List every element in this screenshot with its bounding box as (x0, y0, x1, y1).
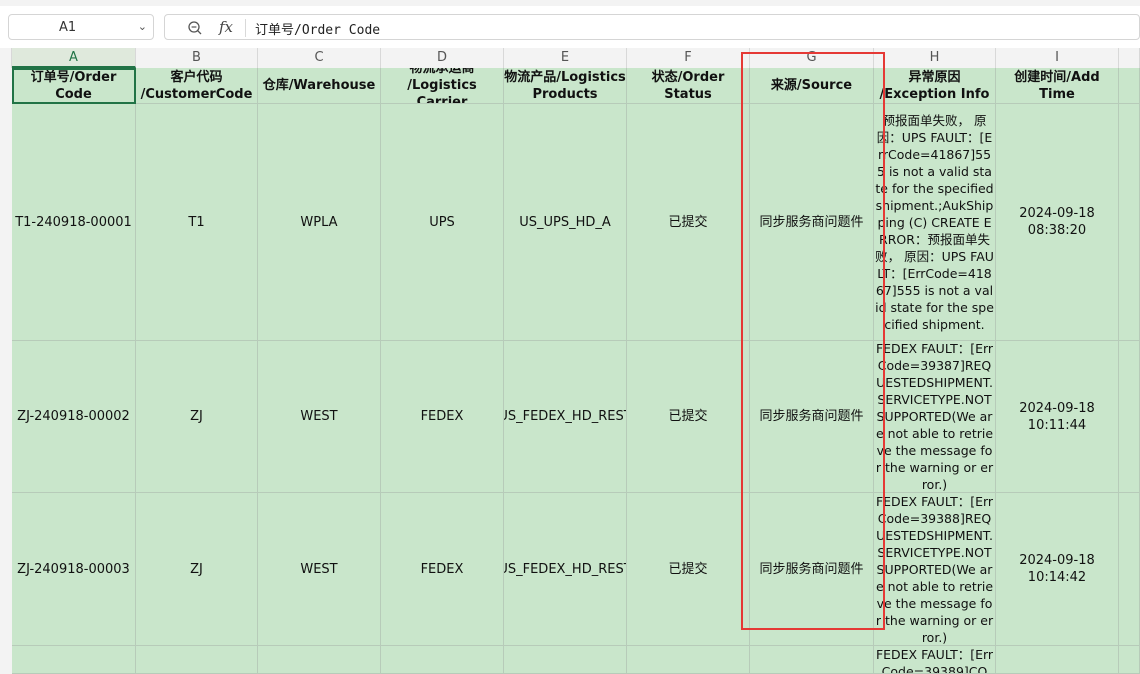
cell-source[interactable]: 同步服务商问题件 (750, 341, 874, 493)
header-cell-carrier[interactable]: 物流承运商 /Logistics Carrier (381, 68, 504, 104)
empty-cell[interactable] (1119, 104, 1140, 341)
column-header-a[interactable]: A (12, 48, 136, 68)
column-headers: ABCDEFGHI (0, 48, 1140, 69)
formula-separator (245, 19, 246, 37)
column-header-corner[interactable] (0, 48, 12, 68)
cell-product[interactable] (504, 646, 627, 674)
cell-add-time[interactable]: 2024-09-18 08:38:20 (996, 104, 1119, 341)
cell-exception[interactable]: FEDEX FAULT：[ErrCode=39387]REQUESTEDSHIP… (874, 341, 996, 493)
cell-order-code[interactable]: T1-240918-00001 (12, 104, 136, 341)
column-header-d[interactable]: D (381, 48, 504, 68)
cell-warehouse[interactable]: WPLA (258, 104, 381, 341)
zoom-icon[interactable] (187, 20, 203, 36)
cell-status[interactable] (627, 646, 750, 674)
cell-status[interactable]: 已提交 (627, 493, 750, 646)
cell-customer-code[interactable]: ZJ (136, 341, 258, 493)
header-cell-product[interactable]: 物流产品/Logistics Products (504, 68, 627, 104)
cell-product[interactable]: US_UPS_HD_A (504, 104, 627, 341)
column-header-b[interactable]: B (136, 48, 258, 68)
header-cell-source[interactable]: 来源/Source (750, 68, 874, 104)
formula-input[interactable]: fx 订单号/Order Code (164, 14, 1140, 40)
cell-warehouse[interactable] (258, 646, 381, 674)
cell-warehouse[interactable]: WEST (258, 341, 381, 493)
cell-status[interactable]: 已提交 (627, 104, 750, 341)
cell-carrier[interactable] (381, 646, 504, 674)
fx-icon[interactable]: fx (219, 18, 233, 36)
empty-cell[interactable] (1119, 646, 1140, 674)
column-header-i[interactable]: I (996, 48, 1119, 68)
column-header-c[interactable]: C (258, 48, 381, 68)
empty-cell[interactable] (1119, 493, 1140, 646)
cell-warehouse[interactable]: WEST (258, 493, 381, 646)
column-header-g[interactable]: G (750, 48, 874, 68)
cell-product[interactable]: US_FEDEX_HD_REST (504, 493, 627, 646)
cell-status[interactable]: 已提交 (627, 341, 750, 493)
spreadsheet-grid: 订单号/Order Code 客户代码 /CustomerCode 仓库/Wareh… (12, 68, 1140, 674)
cell-order-code[interactable]: ZJ-240918-00002 (12, 341, 136, 493)
cell-add-time[interactable]: 2024-09-18 10:11:44 (996, 341, 1119, 493)
cell-product[interactable]: US_FEDEX_HD_REST (504, 341, 627, 493)
header-cell-add-time[interactable]: 创建时间/Add Time (996, 68, 1119, 104)
column-header-e[interactable]: E (504, 48, 627, 68)
header-cell-order-code[interactable]: 订单号/Order Code (12, 68, 136, 104)
cell-order-code[interactable] (12, 646, 136, 674)
cell-add-time[interactable]: 2024-09-18 10:14:42 (996, 493, 1119, 646)
header-cell-warehouse[interactable]: 仓库/Warehouse (258, 68, 381, 104)
cell-exception[interactable]: 预报面单失败， 原因：UPS FAULT：[ErrCode=41867]555 … (874, 104, 996, 341)
name-box[interactable]: A1 ⌄ (8, 14, 154, 40)
header-cell-customer-code[interactable]: 客户代码 /CustomerCode (136, 68, 258, 104)
cell-source[interactable]: 同步服务商问题件 (750, 104, 874, 341)
cell-customer-code[interactable] (136, 646, 258, 674)
empty-cell[interactable] (1119, 341, 1140, 493)
column-header-f[interactable]: F (627, 48, 750, 68)
column-header-h[interactable]: H (874, 48, 996, 68)
name-box-ref: A1 (59, 20, 77, 35)
cell-customer-code[interactable]: T1 (136, 104, 258, 341)
cell-add-time[interactable] (996, 646, 1119, 674)
cell-order-code[interactable]: ZJ-240918-00003 (12, 493, 136, 646)
chevron-down-icon[interactable]: ⌄ (138, 20, 147, 33)
cell-exception[interactable]: FEDEX FAULT：[ErrCode=39388]REQUESTEDSHIP… (874, 493, 996, 646)
cell-carrier[interactable]: FEDEX (381, 493, 504, 646)
cell-carrier[interactable]: FEDEX (381, 341, 504, 493)
formula-text[interactable]: 订单号/Order Code (255, 19, 380, 38)
cell-source[interactable] (750, 646, 874, 674)
cell-customer-code[interactable]: ZJ (136, 493, 258, 646)
header-cell-status[interactable]: 状态/Order Status (627, 68, 750, 104)
cell-carrier[interactable]: UPS (381, 104, 504, 341)
header-cell-exception[interactable]: 异常原因 /Exception Info (874, 68, 996, 104)
formula-bar: A1 ⌄ fx 订单号/Order Code (0, 6, 1140, 46)
empty-cell[interactable] (1119, 68, 1140, 104)
cell-exception[interactable]: FEDEX FAULT：[ErrCode=39389]CO (874, 646, 996, 674)
cell-source[interactable]: 同步服务商问题件 (750, 493, 874, 646)
column-header-j[interactable] (1119, 48, 1140, 68)
